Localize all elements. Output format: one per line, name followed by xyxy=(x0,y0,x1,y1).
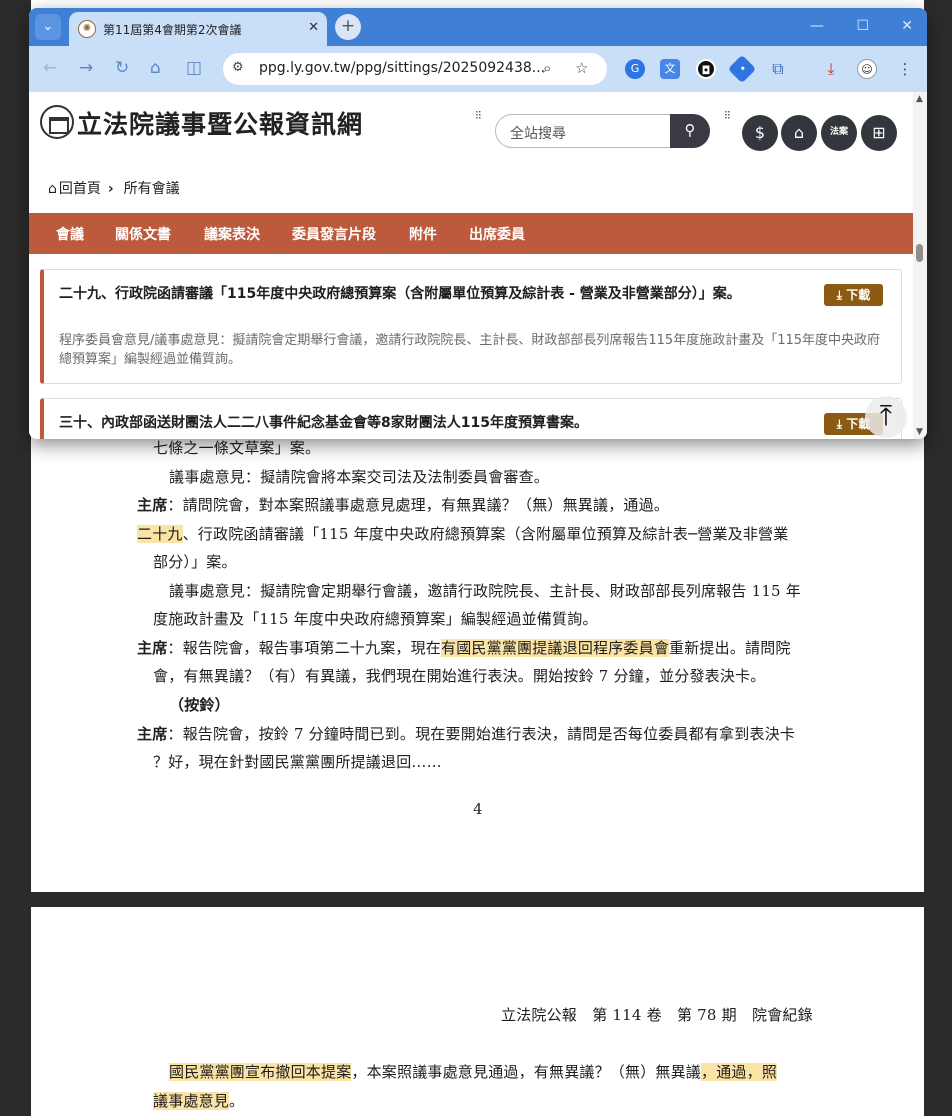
scroll-down-icon[interactable]: ▼ xyxy=(916,427,923,437)
menu-kebab-icon[interactable]: ⋮ xyxy=(895,59,915,79)
government-building-icon[interactable]: ⌂ xyxy=(781,115,817,151)
scroll-up-icon[interactable]: ▲ xyxy=(916,94,923,104)
zoom-icon[interactable]: ⌕ xyxy=(543,59,551,77)
site-title[interactable]: 立法院議事暨公報資訊網 xyxy=(77,105,363,141)
pdf-line: 度施政計畫及「115 年度中央政府總預算案」編製經過並備質詢。 xyxy=(153,610,598,628)
breadcrumb: ⌂ 回首頁 › 所有會議 xyxy=(48,178,180,198)
pdf-line: ？好，現在針對國民黨黨團所提議退回…… xyxy=(153,753,442,771)
pdf-line: 二十九、行政院函請審議「115 年度中央政府總預算案（含附屬單位預算及綜計表─營… xyxy=(137,525,789,543)
section-tab-bar: 會議 關係文書 議案表決 委員發言片段 附件 出席委員 xyxy=(29,213,913,254)
chevron-right-icon: › xyxy=(107,181,114,197)
pdf-line: 議事處意見。 xyxy=(153,1092,245,1110)
pdf-line: 部分）」案。 xyxy=(153,553,237,571)
bookmark-star-icon[interactable]: ☆ xyxy=(575,59,588,77)
new-tab-icon[interactable]: + xyxy=(335,14,361,40)
item-number-highlight: 二十九 xyxy=(137,525,183,543)
scrollbar-thumb[interactable] xyxy=(916,244,923,262)
page-scrollbar[interactable]: ▲ ▼ xyxy=(913,92,927,439)
tab-search-icon[interactable]: ⌄ xyxy=(35,14,61,40)
speaker-label: 主席 xyxy=(137,496,168,514)
tab-speech-clips[interactable]: 委員發言片段 xyxy=(292,224,376,244)
pdf-line: 議事處意見：擬請院會將本案交司法及法制委員會審查。 xyxy=(169,468,550,486)
download-icon: ⤓ xyxy=(836,417,843,431)
forward-icon[interactable]: → xyxy=(79,58,93,78)
browser-window: ⌄ ✺ 第11屆第4會期第2次會議 ✕ + — ☐ ✕ ← → ↻ ⌂ ◫ ⚙ … xyxy=(29,8,927,439)
pdf-line: 會，有無異議？（有）有異議，我們現在開始進行表決。開始按鈴 7 分鐘，並分發表決… xyxy=(153,667,766,685)
agenda-item: 三十、內政部函送財團法人二二八事件紀念基金會等8家財團法人115年度預算書案。 … xyxy=(40,398,902,439)
extension-shield-icon[interactable]: ◘ xyxy=(696,59,716,79)
pdf-line: 議事處意見：擬請院會定期舉行會議，邀請行政院院長、主計長、財政部部長列席報告 1… xyxy=(169,582,801,600)
tab-attending-members[interactable]: 出席委員 xyxy=(469,224,525,244)
extensions-puzzle-icon[interactable]: ⧉ xyxy=(768,59,788,79)
sitemap-icon[interactable]: ⊞ xyxy=(861,115,897,151)
grid-dots-icon: ⁝⁝ xyxy=(475,108,482,122)
pdf-line: （按鈴） xyxy=(169,696,230,714)
browser-toolbar: ← → ↻ ⌂ ◫ ⚙ ppg.ly.gov.tw/ppg/sittings/2… xyxy=(29,46,927,92)
breadcrumb-home-link[interactable]: 回首頁 xyxy=(59,181,101,197)
withdraw-announce-highlight: 國民黨黨團宣布撤回本提案 xyxy=(169,1063,352,1081)
extension-g-icon[interactable]: G xyxy=(625,59,645,79)
pdf-page-number: 4 xyxy=(473,800,483,818)
download-button[interactable]: ⤓ 下載 xyxy=(824,284,883,306)
agenda-item-title[interactable]: 二十九、行政院函請審議「115年度中央政府總預算案（含附屬單位預算及綜計表 - … xyxy=(59,284,749,304)
tab-title: 第11屆第4會期第2次會議 xyxy=(103,23,242,37)
agenda-item-title[interactable]: 三十、內政部函送財團法人二二八事件紀念基金會等8家財團法人115年度預算書案。 xyxy=(59,413,819,433)
tab-strip: ⌄ ✺ 第11屆第4會期第2次會議 ✕ + — ☐ ✕ xyxy=(29,8,927,46)
pdf-line: 主席：報告院會，按鈴 7 分鐘時間已到。現在要開始進行表決，請問是否每位委員都有… xyxy=(137,725,796,743)
speaker-label: 主席 xyxy=(137,639,168,657)
legislature-logo-icon[interactable] xyxy=(40,105,74,139)
site-search-input[interactable]: 全站搜尋 xyxy=(495,114,671,148)
pdf-line: 主席：請問院會，對本案照議事處意見處理，有無異議？（無）無異議，通過。 xyxy=(137,496,670,514)
download-icon: ⤓ xyxy=(836,288,843,302)
legislature-favicon-icon: ✺ xyxy=(78,20,96,38)
maximize-icon[interactable]: ☐ xyxy=(856,18,869,34)
agenda-item: 二十九、行政院函請審議「115年度中央政府總預算案（含附屬單位預算及綜計表 - … xyxy=(40,269,902,384)
breadcrumb-current[interactable]: 所有會議 xyxy=(124,181,180,197)
tab-meetings[interactable]: 會議 xyxy=(56,224,84,244)
url-text: ppg.ly.gov.tw/ppg/sittings/2025092438... xyxy=(259,60,546,76)
withdraw-highlight: 有國民黨黨團提議退回程序委員會 xyxy=(441,639,670,657)
pdf-line: 國民黨黨團宣布撤回本提案，本案照議事處意見通過，有無異議？（無）無異議，通過，照 xyxy=(169,1063,778,1081)
legal-bill-icon[interactable]: 法案 xyxy=(821,115,857,151)
search-icon[interactable]: ⚲ xyxy=(670,114,710,148)
minimize-icon[interactable]: — xyxy=(810,18,824,34)
agenda-item-description: 程序委員會意見/議事處意見：擬請院會定期舉行會議，邀請行政院院長、主計長、財政部… xyxy=(59,333,881,367)
pdf-line: 七條之一條文草案」案。 xyxy=(153,439,321,457)
passed-highlight: ，通過，照 xyxy=(701,1063,778,1081)
grid-dots-icon: ⁝⁝ xyxy=(724,108,731,122)
pdf-page-5: 立法院公報 第 114 卷 第 78 期 院會紀錄 國民黨黨團宣布撤回本提案，本… xyxy=(31,907,924,1116)
tab-related-documents[interactable]: 關係文書 xyxy=(115,224,171,244)
split-view-icon[interactable]: ◫ xyxy=(186,58,202,78)
address-bar[interactable]: ⚙ ppg.ly.gov.tw/ppg/sittings/2025092438.… xyxy=(223,53,607,85)
home-icon[interactable]: ⌂ xyxy=(150,58,161,78)
back-to-top-icon[interactable]: ⤒ xyxy=(865,396,907,438)
speaker-label: 主席 xyxy=(137,725,168,743)
pdf-line: 主席：報告院會，報告事項第二十九案，現在有國民黨黨團提議退回程序委員會重新提出。… xyxy=(137,639,791,657)
window-close-icon[interactable]: ✕ xyxy=(901,18,913,34)
profile-avatar-icon[interactable]: ☺ xyxy=(857,59,877,79)
download-icon[interactable]: ⤓ xyxy=(821,59,841,79)
back-icon[interactable]: ← xyxy=(43,58,57,78)
tab-bill-votes[interactable]: 議案表決 xyxy=(204,224,260,244)
budget-icon[interactable]: $ xyxy=(742,115,778,151)
active-tab[interactable]: ✺ 第11屆第4會期第2次會議 ✕ xyxy=(69,12,327,46)
pdf-page-header: 立法院公報 第 114 卷 第 78 期 院會紀錄 xyxy=(501,1006,813,1024)
web-content: 立法院議事暨公報資訊網 ⁝⁝ 全站搜尋 ⚲ ⁝⁝ $ ⌂ 法案 ⊞ ⌂ 回首頁 › 所… xyxy=(29,92,927,439)
tab-close-icon[interactable]: ✕ xyxy=(308,20,319,35)
extension-tag-icon[interactable]: • xyxy=(727,54,757,84)
site-info-icon[interactable]: ⚙ xyxy=(232,60,244,75)
home-icon: ⌂ xyxy=(48,181,57,197)
tab-attachments[interactable]: 附件 xyxy=(409,224,437,244)
translate-icon[interactable]: 文 xyxy=(660,59,680,79)
reload-icon[interactable]: ↻ xyxy=(115,58,129,78)
